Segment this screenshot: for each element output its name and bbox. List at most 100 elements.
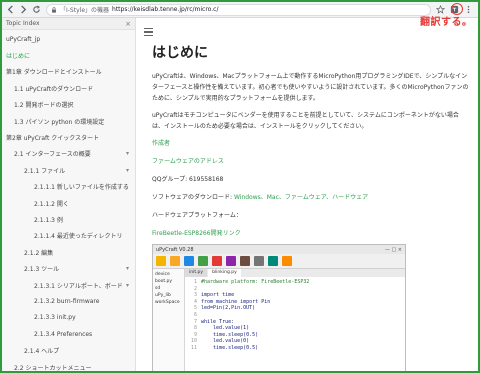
sidebar-item[interactable]: 2.1.3.3 init.py bbox=[2, 310, 135, 326]
sidebar-item-label: 第2章 uPyCraft クイックスタート bbox=[6, 135, 100, 143]
download-run-icon bbox=[198, 256, 208, 266]
sidebar-item-label: 2.1 インターフェースの概要 bbox=[14, 151, 91, 159]
sidebar-item[interactable]: 1.2 開発ボードの選択 bbox=[2, 97, 135, 113]
code-text: led=Pin(2,Pin.OUT) bbox=[201, 305, 256, 312]
sidebar-item-label: 2.1.1.3 例 bbox=[34, 216, 63, 224]
code-line: 11 time.sleep(0.5) bbox=[187, 345, 309, 352]
ide-window-controls: — □ × bbox=[384, 246, 402, 253]
author-link[interactable]: 作成者 bbox=[152, 138, 470, 149]
code-text: #hardware platform: FireBeetle-ESP32 bbox=[201, 279, 310, 285]
sidebar-item[interactable]: 2.1.3 ツール ▾ bbox=[2, 260, 135, 276]
line-number: 8 bbox=[193, 325, 197, 332]
sidebar-item[interactable]: 第1章 ダウンロードとインストール bbox=[2, 64, 135, 80]
address-bar[interactable]: 「I-Style」の機器 https://keisdlab.tenne.jp/r… bbox=[46, 3, 431, 16]
sidebar-item[interactable]: 2.1.1.4 最近使ったディレクトリ bbox=[2, 228, 135, 244]
sidebar-item-label: 2.1.2 編集 bbox=[24, 249, 54, 257]
sidebar-item-label: 2.2 ショートカットメニュー bbox=[14, 364, 92, 372]
code-text: led.value(1) bbox=[201, 325, 250, 332]
sidebar-item[interactable]: 2.1.1 ファイル ▾ bbox=[2, 162, 135, 178]
ide-editor: init.py blinking.py 1 #hardware platform: … bbox=[185, 269, 405, 371]
lock-icon bbox=[52, 6, 56, 13]
ide-file-tree: device boot.py sd uPy_lib workSpace bbox=[153, 269, 185, 371]
line-number: 1 bbox=[193, 279, 197, 285]
sidebar-item-label: 2.1.1 ファイル bbox=[24, 167, 66, 175]
sidebar-item-label: はじめに bbox=[6, 53, 31, 61]
sidebar-item-label: 2.1.3.4 Preferences bbox=[34, 330, 93, 338]
line-number: 9 bbox=[193, 331, 197, 338]
site-name: 「I-Style」の機器 bbox=[60, 7, 110, 14]
sidebar-item-label: uPyCraft_jp bbox=[6, 35, 41, 43]
code-line: 1 #hardware platform: FireBeetle-ESP32 bbox=[187, 279, 309, 286]
sidebar-item-label: 2.1.1.2 開く bbox=[34, 200, 69, 208]
code-line: 9 time.sleep(0.5) bbox=[187, 332, 309, 339]
sidebar-item[interactable]: 2.1.4 ヘルプ bbox=[2, 342, 135, 358]
back-icon[interactable] bbox=[5, 4, 16, 15]
code-line: 5 led=Pin(2,Pin.OUT) bbox=[187, 305, 309, 312]
sidebar-item[interactable]: 2.1.2 編集 bbox=[2, 244, 135, 260]
download-link[interactable]: Windows、Mac、ファームウェア、ハードウェア bbox=[234, 194, 368, 201]
sidebar-item[interactable]: 2.1.3.2 burn-firmware bbox=[2, 293, 135, 309]
sidebar-item[interactable]: はじめに bbox=[2, 47, 135, 63]
install-paragraph: uPyCraftはモチコンピュータにベンダーを使用することを前提としていて、シス… bbox=[152, 112, 459, 130]
forward-icon[interactable] bbox=[18, 4, 29, 15]
sidebar-item[interactable]: 第2章 uPyCraft クイックスタート bbox=[2, 129, 135, 145]
download-line: ソフトウェアのダウンロード: Windows、Mac、ファームウェア、ハードウェ… bbox=[152, 192, 470, 203]
chevron-down-icon[interactable]: ▾ bbox=[126, 265, 129, 272]
line-number: 2 bbox=[193, 285, 197, 292]
intro-paragraph: uPyCraftは、Windows、Macプラットフォーム上で動作するMicro… bbox=[152, 73, 469, 102]
code-line: 2 bbox=[187, 286, 309, 293]
line-number: 5 bbox=[193, 305, 197, 312]
code-text: import time bbox=[201, 292, 235, 299]
code-line: 8 led.value(1) bbox=[187, 325, 309, 332]
sidebar-item[interactable]: 2.1.3.1 シリアルポート、ボード ▾ bbox=[2, 277, 135, 293]
sidebar-item[interactable]: 2.1.1.1 新しいファイルを作成する bbox=[2, 179, 135, 195]
line-number: 10 bbox=[190, 338, 197, 345]
sidebar-item[interactable]: 2.2 ショートカットメニュー bbox=[2, 359, 135, 372]
sidebar-item-label: 2.1.3.1 シリアルポート、ボード bbox=[34, 282, 123, 290]
sidebar-item-label: 2.1.1.1 新しいファイルを作成する bbox=[34, 184, 129, 192]
sidebar: Topic Index × uPyCraft_jp はじめに 第1章 ダウンロードと… bbox=[2, 18, 136, 372]
ide-titlebar: uPyCraft V0.28 — □ × bbox=[153, 245, 405, 254]
sidebar-item-label: 2.1.3 ツール bbox=[24, 266, 60, 274]
sidebar-item[interactable]: 2.1.1.2 開く bbox=[2, 195, 135, 211]
sidebar-item[interactable]: 2.1.3.4 Preferences bbox=[2, 326, 135, 342]
ide-file-item: boot.py bbox=[155, 279, 173, 284]
ide-file-item: device bbox=[155, 272, 170, 277]
line-number: 3 bbox=[193, 292, 197, 299]
reload-icon[interactable] bbox=[31, 4, 42, 15]
ide-tabs: init.py blinking.py bbox=[185, 269, 405, 277]
close-icon[interactable]: × bbox=[125, 20, 131, 28]
download-prefix: ソフトウェアのダウンロード: bbox=[152, 194, 234, 201]
screenshot-frame: 「I-Style」の機器 https://keisdlab.tenne.jp/r… bbox=[0, 0, 480, 373]
chevron-down-icon[interactable]: ▾ bbox=[126, 150, 129, 157]
ide-tab: init.py bbox=[185, 269, 208, 277]
hardware-heading: ハードウェアプラットフォーム： bbox=[152, 212, 242, 219]
browser-toolbar: 「I-Style」の機器 https://keisdlab.tenne.jp/r… bbox=[2, 2, 478, 18]
save-icon bbox=[184, 256, 194, 266]
sidebar-item-label: 1.1 uPyCraftのダウンロード bbox=[14, 85, 94, 93]
sidebar-item-label: 2.1.3.2 burn-firmware bbox=[34, 297, 100, 305]
line-number: 7 bbox=[193, 318, 197, 325]
code-text: led.value(0) bbox=[201, 338, 250, 345]
code-text: time.sleep(0.5) bbox=[201, 331, 259, 338]
sidebar-item-label: 2.1.3.3 init.py bbox=[34, 314, 76, 322]
redo-icon bbox=[254, 256, 264, 266]
code-text: from machine import Pin bbox=[201, 298, 271, 305]
sidebar-item[interactable]: 1.1 uPyCraftのダウンロード bbox=[2, 80, 135, 96]
esp8266-link[interactable]: FireBeetle-ESP8266開発リンク bbox=[152, 228, 470, 239]
clear-icon bbox=[282, 256, 292, 266]
line-number: 6 bbox=[193, 311, 197, 318]
ide-title: uPyCraft V0.28 bbox=[156, 246, 194, 253]
sidebar-item[interactable]: 2.1 インターフェースの概要 ▾ bbox=[2, 146, 135, 162]
sidebar-item[interactable]: uPyCraft_jp bbox=[2, 31, 135, 47]
code-line: 6 bbox=[187, 312, 309, 319]
chevron-down-icon[interactable]: ▾ bbox=[126, 167, 129, 174]
sidebar-item-label: 第1章 ダウンロードとインストール bbox=[6, 69, 102, 77]
sidebar-item[interactable]: 2.1.1.3 例 bbox=[2, 211, 135, 227]
hamburger-menu-icon[interactable] bbox=[144, 28, 153, 36]
firmware-address-link[interactable]: ファームウェアのアドレス bbox=[152, 156, 470, 167]
chevron-down-icon[interactable]: ▾ bbox=[126, 282, 129, 289]
undo-icon bbox=[240, 256, 250, 266]
qq-group-text: QQグループ: 619558168 bbox=[152, 176, 224, 183]
sidebar-item[interactable]: 1.3 パイソン python の環境設定 bbox=[2, 113, 135, 129]
